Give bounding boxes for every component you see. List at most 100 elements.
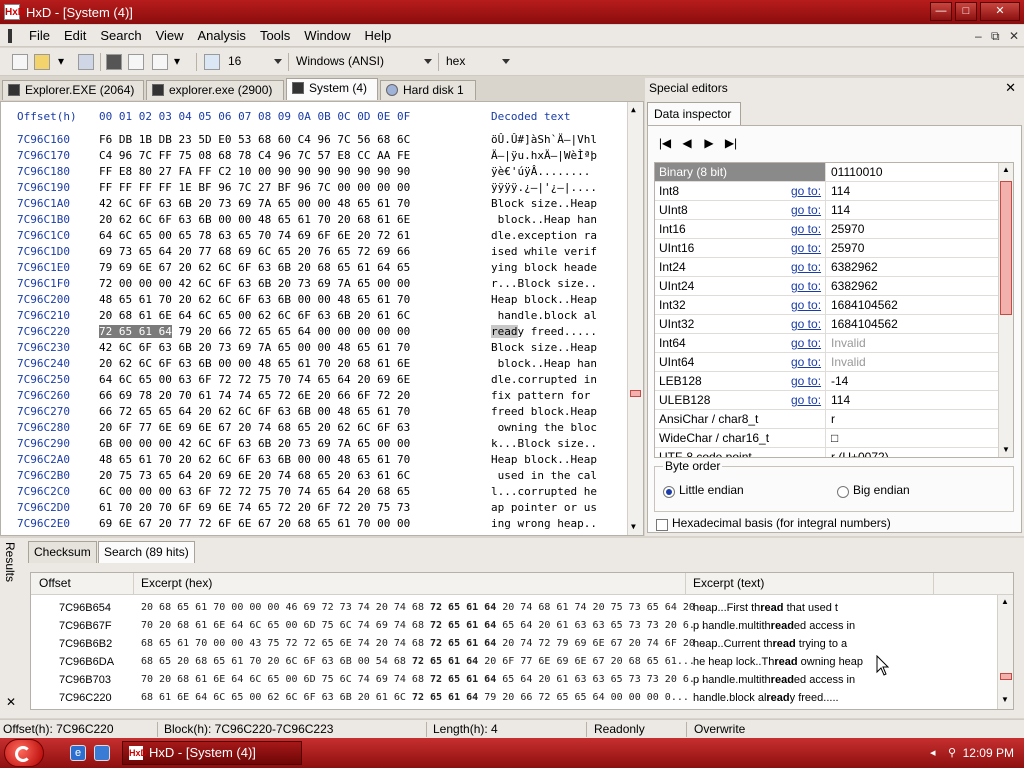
unselected-text[interactable]: y freed..... — [518, 325, 597, 338]
hex-row-bytes[interactable]: 48 65 61 70 20 62 6C 6F 63 6B 00 00 48 6… — [99, 453, 410, 467]
close-icon[interactable]: ✕ — [1005, 80, 1016, 96]
inspector-value[interactable]: 6382962 — [831, 277, 878, 295]
hex-row-bytes[interactable]: 69 6E 67 20 77 72 6F 6E 67 20 68 65 61 7… — [99, 517, 410, 531]
hex-row-text[interactable]: ready freed..... — [491, 325, 597, 339]
results-scroll-thumb[interactable] — [1000, 673, 1012, 680]
go-to-link[interactable]: go to: — [791, 334, 821, 352]
hxd-app-icon[interactable]: HxD — [4, 4, 25, 20]
hex-row-bytes[interactable]: 66 72 65 65 64 20 62 6C 6F 63 6B 00 48 6… — [99, 405, 410, 419]
big-endian-radio[interactable] — [837, 486, 849, 498]
inspector-row[interactable]: AnsiChar / char8_t r — [655, 410, 999, 429]
hex-row-bytes[interactable]: 20 62 6C 6F 63 6B 00 00 48 65 61 70 20 6… — [99, 213, 410, 227]
tab-data-inspector[interactable]: Data inspector — [647, 102, 741, 126]
inspector-row[interactable]: ULEB128 go to: 114 — [655, 391, 999, 410]
minimize-button[interactable]: — — [930, 2, 952, 21]
unselected-bytes[interactable]: 79 20 66 72 65 65 64 00 00 00 00 00 — [172, 325, 410, 338]
quick-launch-icon[interactable] — [94, 745, 110, 761]
speaker-icon[interactable]: ◂ — [930, 747, 942, 759]
inspector-row[interactable]: LEB128 go to: -14 — [655, 372, 999, 391]
column-divider[interactable] — [685, 573, 686, 595]
hex-row-text[interactable]: block..Heap han — [491, 213, 597, 227]
hex-row-text[interactable]: used in the cal — [491, 469, 597, 483]
column-header-offset[interactable]: Offset — [39, 576, 71, 590]
hex-row-text[interactable]: Block size..Heap — [491, 341, 597, 355]
go-to-link[interactable]: go to: — [791, 296, 821, 314]
hex-row-text[interactable]: freed block.Heap — [491, 405, 597, 419]
hex-row-text[interactable]: dle.corrupted in — [491, 373, 597, 387]
hex-row-bytes[interactable]: C4 96 7C FF 75 08 68 78 C4 96 7C 57 E8 C… — [99, 149, 410, 163]
hex-row-bytes[interactable]: F6 DB 1B DB 23 5D E0 53 68 60 C4 96 7C 5… — [99, 133, 410, 147]
save-icon[interactable] — [78, 54, 94, 70]
inspector-value[interactable]: Invalid — [831, 334, 866, 352]
hex-row-bytes[interactable]: 20 6F 77 6E 69 6E 67 20 74 68 65 20 62 6… — [99, 421, 410, 435]
hex-scrollbar[interactable]: ▲ ▼ — [627, 102, 643, 535]
scroll-down-icon[interactable]: ▼ — [631, 522, 636, 531]
hex-row-text[interactable]: ing wrong heap.. — [491, 517, 597, 531]
go-to-link[interactable]: go to: — [791, 391, 821, 409]
open-folder-icon[interactable] — [34, 54, 50, 70]
next-byte-icon[interactable]: ▶ — [702, 136, 716, 150]
hex-row-text[interactable]: l...corrupted he — [491, 485, 597, 499]
hex-scroll-thumb[interactable] — [630, 390, 641, 397]
start-button[interactable] — [4, 739, 44, 767]
little-endian-radio[interactable] — [663, 486, 675, 498]
column-divider[interactable] — [133, 573, 134, 595]
hex-row-text[interactable]: k...Block size.. — [491, 437, 597, 451]
hex-row-text[interactable]: ÿÿÿÿ.¿–|'¿–|.... — [491, 181, 597, 195]
go-to-link[interactable]: go to: — [791, 239, 821, 257]
hex-row-bytes[interactable]: 79 69 6E 67 20 62 6C 6F 63 6B 20 68 65 6… — [99, 261, 410, 275]
go-to-link[interactable]: go to: — [791, 182, 821, 200]
hex-row-text[interactable]: Heap block..Heap — [491, 453, 597, 467]
hex-row-bytes[interactable]: 20 68 61 6E 64 6C 65 00 62 6C 6F 63 6B 2… — [99, 309, 410, 323]
hex-row-text[interactable]: fix pattern for — [491, 389, 597, 403]
inspector-value[interactable]: 6382962 — [831, 258, 878, 276]
hex-row-bytes[interactable]: 42 6C 6F 63 6B 20 73 69 7A 65 00 00 48 6… — [99, 197, 410, 211]
inspector-value[interactable]: r (U+0072) — [831, 448, 889, 457]
inspector-row[interactable]: Int64 go to: Invalid — [655, 334, 999, 353]
hex-row-bytes[interactable]: 48 65 61 70 20 62 6C 6F 63 6B 00 00 48 6… — [99, 293, 410, 307]
previous-byte-icon[interactable]: ◀ — [680, 136, 694, 150]
menu-view[interactable]: View — [149, 25, 191, 47]
inspector-row[interactable]: UInt24 go to: 6382962 — [655, 277, 999, 296]
inspector-row[interactable]: WideChar / char16_t □ — [655, 429, 999, 448]
inspector-value[interactable]: 25970 — [831, 220, 864, 238]
inspector-value[interactable]: 114 — [831, 201, 850, 219]
go-to-link[interactable]: go to: — [791, 315, 821, 333]
search-result-row[interactable]: 7C96B703 70 20 68 61 6E 64 6C 65 00 6D 75… — [31, 671, 997, 689]
close-button[interactable]: ✕ — [980, 2, 1020, 21]
hex-row-bytes[interactable]: FF FF FF FF 1E BF 96 7C 27 BF 96 7C 00 0… — [99, 181, 410, 195]
menu-search[interactable]: Search — [93, 25, 148, 47]
mdi-close-button[interactable]: ✕ — [1009, 29, 1019, 43]
hex-row-bytes[interactable]: 72 00 00 00 42 6C 6F 63 6B 20 73 69 7A 6… — [99, 277, 410, 291]
mdi-restore-button[interactable]: ⧉ — [991, 29, 1000, 44]
hex-row-text[interactable]: dle.exception ra — [491, 229, 597, 243]
copy-icon[interactable] — [128, 54, 144, 70]
menu-help[interactable]: Help — [358, 25, 399, 47]
hex-row-bytes[interactable]: 20 62 6C 6F 63 6B 00 00 48 65 61 70 20 6… — [99, 357, 410, 371]
hex-row-bytes[interactable]: 69 73 65 64 20 77 68 69 6C 65 20 76 65 7… — [99, 245, 410, 259]
scroll-down-icon[interactable]: ▼ — [1002, 445, 1010, 454]
go-to-link[interactable]: go to: — [791, 353, 821, 371]
go-to-link[interactable]: go to: — [791, 277, 821, 295]
inspector-row[interactable]: Int16 go to: 25970 — [655, 220, 999, 239]
hex-row-bytes[interactable]: 61 70 20 70 6F 69 6E 74 65 72 20 6F 72 2… — [99, 501, 410, 515]
hex-row-bytes[interactable]: 64 6C 65 00 63 6F 72 72 75 70 74 65 64 2… — [99, 373, 410, 387]
inspector-value[interactable]: -14 — [831, 372, 848, 390]
hex-row-text[interactable]: owning the bloc — [491, 421, 597, 435]
tab-explorer-2900[interactable]: explorer.exe (2900) — [146, 80, 284, 100]
selected-bytes[interactable]: 72 65 61 64 — [99, 325, 172, 338]
hex-row-bytes[interactable]: 66 69 78 20 70 61 74 74 65 72 6E 20 66 6… — [99, 389, 410, 403]
tab-checksum[interactable]: Checksum — [28, 541, 97, 563]
close-icon[interactable]: ✕ — [6, 695, 16, 709]
paste-dropdown-icon[interactable]: ▾ — [174, 54, 182, 70]
menu-file[interactable]: File — [22, 25, 57, 47]
bytes-per-row-select[interactable]: 16 — [224, 52, 286, 72]
hex-row-text[interactable]: block..Heap han — [491, 357, 597, 371]
inspector-scroll-thumb[interactable] — [1000, 181, 1012, 315]
mdi-minimize-button[interactable]: – — [975, 29, 982, 43]
disk-icon[interactable] — [106, 54, 122, 70]
tab-explorer-2064[interactable]: Explorer.EXE (2064) — [2, 80, 144, 100]
inspector-row[interactable]: UInt16 go to: 25970 — [655, 239, 999, 258]
menu-analysis[interactable]: Analysis — [191, 25, 253, 47]
hex-row-bytes[interactable]: 6B 00 00 00 42 6C 6F 63 6B 20 73 69 7A 6… — [99, 437, 410, 451]
